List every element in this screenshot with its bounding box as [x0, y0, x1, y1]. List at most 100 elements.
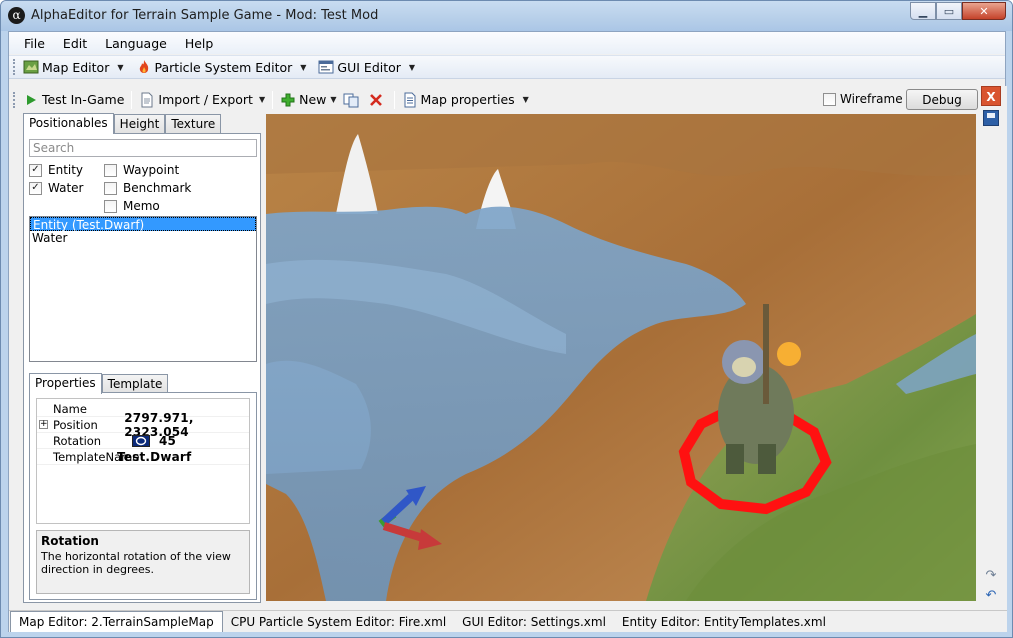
map-toolbar: Test In-Game Import / Export ▼ New ▼ Map…: [13, 86, 978, 113]
list-item[interactable]: Water: [30, 231, 256, 245]
debug-button[interactable]: Debug: [906, 89, 978, 110]
toolbar-separator: [272, 90, 274, 109]
doc-tab-gui-editor[interactable]: GUI Editor: Settings.xml: [454, 613, 614, 632]
client-area: File Edit Language Help Map Editor ▼ Par…: [8, 31, 1007, 632]
new-button[interactable]: New ▼: [277, 90, 339, 110]
benchmark-checkbox[interactable]: [104, 181, 117, 195]
map-viewport[interactable]: [266, 114, 976, 601]
tab-properties[interactable]: Properties: [29, 373, 102, 394]
property-name: Rotation: [53, 433, 102, 448]
properties-panel: Name + Position 2797.971, 2323.054 Rotat…: [29, 392, 257, 600]
gui-editor-icon: [318, 59, 334, 75]
terrain-render[interactable]: [266, 114, 976, 601]
editor-toolbar: Map Editor ▼ Particle System Editor ▼ GU…: [9, 55, 1005, 79]
map-editor-label: Map Editor: [42, 59, 110, 75]
menu-bar: File Edit Language Help: [9, 32, 1005, 54]
chevron-down-icon[interactable]: ▼: [330, 95, 336, 104]
wireframe-label: Wireframe: [840, 92, 903, 106]
tab-texture[interactable]: Texture: [165, 114, 222, 133]
copy-button[interactable]: [340, 90, 365, 110]
filter-label: Benchmark: [123, 181, 192, 195]
test-ingame-label: Test In-Game: [42, 92, 125, 107]
close-editor-button[interactable]: X: [981, 86, 1001, 106]
delete-button[interactable]: [365, 90, 390, 110]
menu-file[interactable]: File: [15, 36, 54, 51]
window-title: AlphaEditor for Terrain Sample Game - Mo…: [31, 8, 379, 23]
chevron-down-icon[interactable]: ▼: [409, 63, 415, 72]
toolbar-grip[interactable]: [13, 59, 16, 75]
toolbar-separator: [393, 90, 395, 109]
close-button[interactable]: ✕: [962, 2, 1006, 20]
expand-icon[interactable]: +: [39, 420, 48, 429]
undo-icon[interactable]: ↶: [983, 588, 999, 604]
property-row-rotation[interactable]: Rotation 45: [37, 433, 249, 449]
plus-icon: [280, 92, 296, 108]
menu-edit[interactable]: Edit: [54, 36, 96, 51]
filter-label: Entity: [48, 163, 84, 177]
import-export-button[interactable]: Import / Export ▼: [136, 90, 268, 110]
map-properties-label: Map properties: [420, 92, 515, 107]
memo-checkbox[interactable]: [104, 199, 117, 213]
wireframe-checkbox[interactable]: [823, 92, 836, 106]
chevron-down-icon[interactable]: ▼: [523, 95, 529, 104]
doc-tab-entity-editor[interactable]: Entity Editor: EntityTemplates.xml: [614, 613, 834, 632]
positionables-list[interactable]: Entity (Test.Dwarf) Water: [29, 216, 257, 362]
particle-editor-button[interactable]: Particle System Editor ▼: [133, 57, 310, 77]
description-text: The horizontal rotation of the view dire…: [41, 550, 231, 576]
filter-label: Waypoint: [123, 163, 180, 177]
menu-language[interactable]: Language: [96, 36, 176, 51]
map-editor-area: Test In-Game Import / Export ▼ New ▼ Map…: [9, 86, 1007, 610]
list-item[interactable]: Entity (Test.Dwarf): [30, 217, 256, 232]
map-properties-button[interactable]: Map properties ▼: [399, 90, 532, 110]
doc-tab-particle-editor[interactable]: CPU Particle System Editor: Fire.xml: [223, 613, 454, 632]
alpha-logo-icon: α: [8, 7, 25, 24]
filter-waypoint[interactable]: Waypoint: [104, 163, 179, 177]
chevron-down-icon[interactable]: ▼: [300, 63, 306, 72]
search-input[interactable]: Search: [29, 139, 257, 157]
chevron-down-icon[interactable]: ▼: [259, 95, 265, 104]
save-icon[interactable]: [983, 110, 999, 126]
property-value[interactable]: 45: [159, 434, 176, 448]
properties-tabs: Properties Template: [29, 373, 169, 394]
filter-entity[interactable]: ✓ Entity: [29, 163, 83, 177]
minimize-button[interactable]: ▁: [910, 2, 936, 20]
toolbar-grip[interactable]: [13, 91, 16, 108]
maximize-button[interactable]: ▭: [936, 2, 962, 20]
menu-help[interactable]: Help: [176, 36, 223, 51]
description-title: Rotation: [41, 534, 99, 548]
filter-benchmark[interactable]: Benchmark: [104, 181, 191, 195]
gui-editor-button[interactable]: GUI Editor ▼: [315, 57, 418, 77]
tab-positionables[interactable]: Positionables: [23, 113, 114, 134]
title-bar: α AlphaEditor for Terrain Sample Game - …: [1, 1, 1012, 31]
redo-icon[interactable]: ↷: [983, 568, 999, 584]
document-tabs: Map Editor: 2.TerrainSampleMap CPU Parti…: [9, 610, 1007, 632]
particle-editor-label: Particle System Editor: [154, 59, 293, 75]
chevron-down-icon[interactable]: ▼: [117, 63, 123, 72]
app-window: α AlphaEditor for Terrain Sample Game - …: [0, 0, 1013, 638]
copy-icon: [343, 92, 359, 108]
tab-height[interactable]: Height: [113, 114, 166, 133]
map-editor-icon: [23, 59, 39, 75]
doc-tab-map-editor[interactable]: Map Editor: 2.TerrainSampleMap: [10, 611, 223, 632]
filter-memo[interactable]: Memo: [104, 199, 160, 213]
document-icon: [139, 92, 155, 108]
filter-label: Water: [48, 181, 84, 195]
left-panel-tabs: Positionables Height Texture: [23, 113, 222, 134]
tab-template[interactable]: Template: [101, 374, 169, 393]
fire-icon: [136, 59, 152, 75]
entity-checkbox[interactable]: ✓: [29, 163, 42, 177]
filter-water[interactable]: ✓ Water: [29, 181, 83, 195]
property-name: Position: [53, 417, 98, 432]
property-row-templatename[interactable]: TemplateName Test.Dwarf: [37, 449, 249, 465]
map-editor-button[interactable]: Map Editor ▼: [20, 57, 127, 77]
wireframe-toggle[interactable]: Wireframe: [823, 92, 903, 106]
test-ingame-button[interactable]: Test In-Game: [20, 90, 127, 110]
waypoint-checkbox[interactable]: [104, 163, 117, 177]
property-name: Name: [53, 401, 87, 416]
property-name: TemplateName: [53, 449, 140, 464]
property-row-position[interactable]: + Position 2797.971, 2323.054: [37, 411, 249, 439]
new-label: New: [299, 92, 327, 107]
gui-editor-label: GUI Editor: [337, 59, 401, 75]
property-value[interactable]: Test.Dwarf: [117, 450, 191, 464]
water-checkbox[interactable]: ✓: [29, 181, 42, 195]
